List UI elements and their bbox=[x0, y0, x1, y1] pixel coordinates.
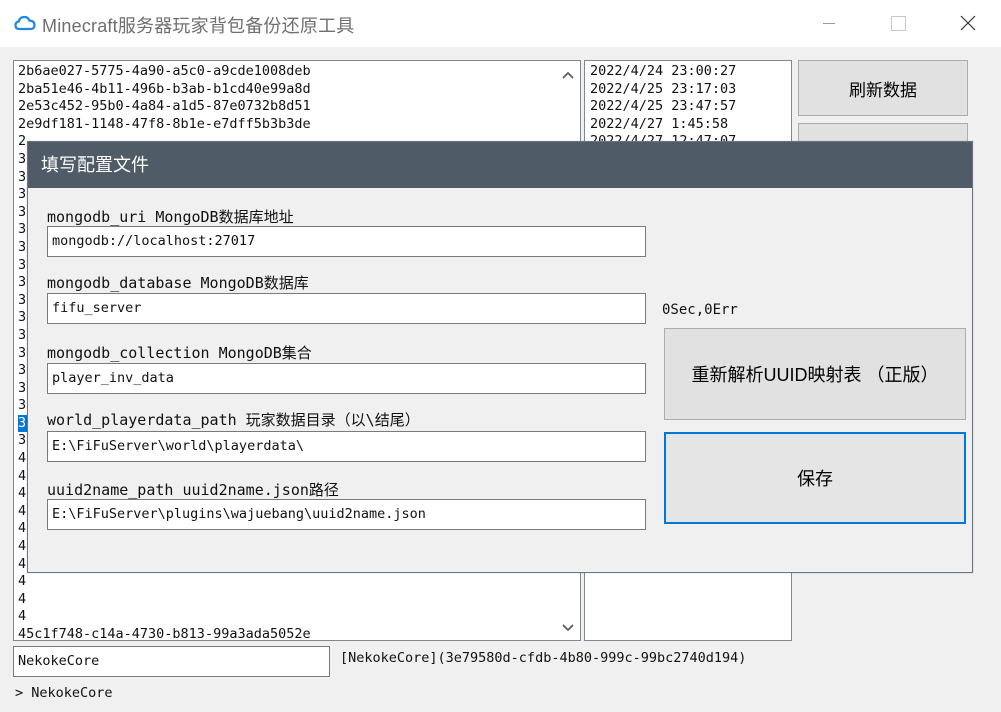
mongodb-database-field[interactable]: fifu_server bbox=[47, 293, 646, 324]
player-name-input[interactable]: NekokeCore bbox=[13, 646, 330, 677]
uuid-list-item[interactable]: 4 bbox=[18, 591, 28, 609]
scroll-up-button[interactable] bbox=[556, 65, 580, 87]
reparse-uuid-button[interactable]: 重新解析UUID映射表 （正版） bbox=[664, 328, 966, 420]
scroll-down-button[interactable] bbox=[556, 616, 580, 638]
world-playerdata-path-label: world_playerdata_path 玩家数据目录（以\结尾） bbox=[47, 411, 420, 429]
uuid-list-item[interactable]: 2e9df181-1148-47f8-8b1e-e7dff5b3b3de bbox=[18, 116, 556, 134]
mongodb-collection-label: mongodb_collection MongoDB集合 bbox=[47, 344, 312, 362]
uuid-list-item[interactable]: 45c1f748-c14a-4730-b813-99a3ada5052e bbox=[18, 626, 556, 640]
time-list-item[interactable]: 2022/4/27 1:45:58 bbox=[590, 116, 736, 134]
close-icon bbox=[960, 15, 976, 31]
chevron-down-icon bbox=[562, 624, 574, 632]
time-list-item[interactable]: 2022/4/25 23:47:57 bbox=[590, 98, 736, 116]
mongodb-collection-field[interactable]: player_inv_data bbox=[47, 363, 646, 394]
status-label: 0Sec,0Err bbox=[662, 302, 738, 318]
uuid-list-item[interactable]: 2b6ae027-5775-4a90-a5c0-a9cde1008deb bbox=[18, 63, 556, 81]
mongodb-uri-label: mongodb_uri MongoDB数据库地址 bbox=[47, 208, 294, 226]
config-dialog: 填写配置文件 mongodb_uri MongoDB数据库地址 mongodb:… bbox=[27, 141, 973, 573]
uuid-list-item[interactable]: 2e53c452-95b0-4a84-a1d5-87e0732b8d51 bbox=[18, 98, 556, 116]
save-button[interactable]: 保存 bbox=[664, 432, 966, 524]
window-title: Minecraft服务器玩家背包备份还原工具 bbox=[42, 16, 355, 36]
cloud-icon bbox=[14, 12, 36, 34]
dialog-title: 填写配置文件 bbox=[28, 142, 972, 188]
uuid2name-path-field[interactable]: E:\FiFuServer\plugins\wajuebang\uuid2nam… bbox=[47, 499, 646, 530]
time-list-item[interactable]: 2022/4/24 23:00:27 bbox=[590, 63, 736, 81]
command-label: > NekokeCore bbox=[15, 685, 113, 701]
uuid-list-item[interactable]: 4 bbox=[18, 608, 28, 626]
uuid-mapping-label: [NekokeCore](3e79580d-cfdb-4b80-999c-99b… bbox=[340, 650, 747, 666]
uuid-list-item[interactable]: 2ba51e46-4b11-496b-b3ab-b1cd40e99a8d bbox=[18, 81, 556, 99]
minimize-button[interactable] bbox=[805, 0, 851, 47]
title-bar: Minecraft服务器玩家背包备份还原工具 bbox=[0, 0, 1001, 47]
mongodb-uri-field[interactable]: mongodb://localhost:27017 bbox=[47, 226, 646, 257]
time-list-item[interactable]: 2022/4/25 23:17:03 bbox=[590, 81, 736, 99]
world-playerdata-path-field[interactable]: E:\FiFuServer\world\playerdata\ bbox=[47, 431, 646, 462]
refresh-button[interactable]: 刷新数据 bbox=[798, 60, 968, 116]
uuid-list-item[interactable]: 4 bbox=[18, 573, 28, 591]
mongodb-database-label: mongodb_database MongoDB数据库 bbox=[47, 274, 309, 292]
chevron-up-icon bbox=[562, 71, 574, 79]
maximize-button[interactable] bbox=[874, 0, 920, 47]
time-list-rows: 2022/4/24 23:00:27 2022/4/25 23:17:03 2022… bbox=[590, 63, 736, 151]
close-button[interactable] bbox=[944, 0, 990, 47]
uuid2name-path-label: uuid2name_path uuid2name.json路径 bbox=[47, 481, 339, 499]
